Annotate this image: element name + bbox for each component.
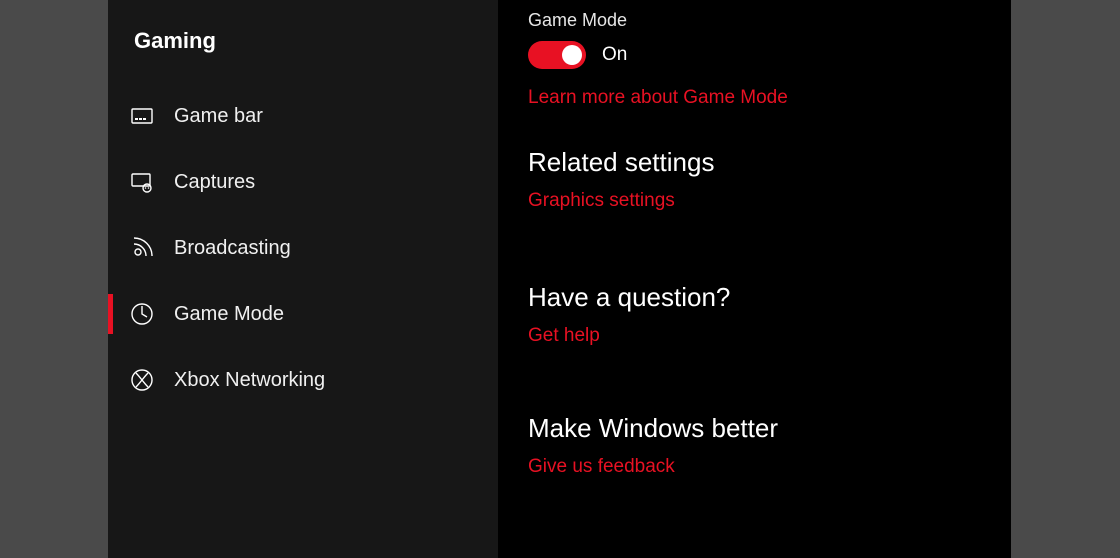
sidebar-item-broadcasting[interactable]: Broadcasting <box>108 220 498 276</box>
toggle-knob <box>562 45 582 65</box>
sidebar-item-label: Game bar <box>174 105 263 128</box>
game-mode-toggle-row: On <box>528 41 981 69</box>
sidebar-item-label: Game Mode <box>174 303 284 326</box>
sidebar: Gaming Game bar Cap <box>108 0 498 558</box>
sidebar-item-label: Broadcasting <box>174 237 291 260</box>
sidebar-title: Gaming <box>108 18 498 88</box>
learn-more-link[interactable]: Learn more about Game Mode <box>528 87 788 109</box>
game-mode-toggle-state: On <box>602 44 627 66</box>
xbox-icon <box>130 368 154 392</box>
settings-window: Gaming Game bar Cap <box>108 0 1011 558</box>
sidebar-item-captures[interactable]: Captures <box>108 154 498 210</box>
related-settings-heading: Related settings <box>528 147 981 178</box>
improve-heading: Make Windows better <box>528 413 981 444</box>
game-mode-label: Game Mode <box>528 10 981 31</box>
sidebar-item-game-bar[interactable]: Game bar <box>108 88 498 144</box>
feedback-link[interactable]: Give us feedback <box>528 456 675 478</box>
broadcasting-icon <box>130 236 154 260</box>
question-heading: Have a question? <box>528 282 981 313</box>
captures-icon <box>130 170 154 194</box>
content-pane: Game Mode On Learn more about Game Mode … <box>498 0 1011 558</box>
graphics-settings-link[interactable]: Graphics settings <box>528 190 675 212</box>
sidebar-item-xbox-networking[interactable]: Xbox Networking <box>108 352 498 408</box>
sidebar-item-label: Xbox Networking <box>174 369 325 392</box>
game-mode-toggle[interactable] <box>528 41 586 69</box>
get-help-link[interactable]: Get help <box>528 325 600 347</box>
game-mode-icon <box>130 302 154 326</box>
game-bar-icon <box>130 104 154 128</box>
sidebar-item-label: Captures <box>174 171 255 194</box>
sidebar-item-game-mode[interactable]: Game Mode <box>108 286 498 342</box>
